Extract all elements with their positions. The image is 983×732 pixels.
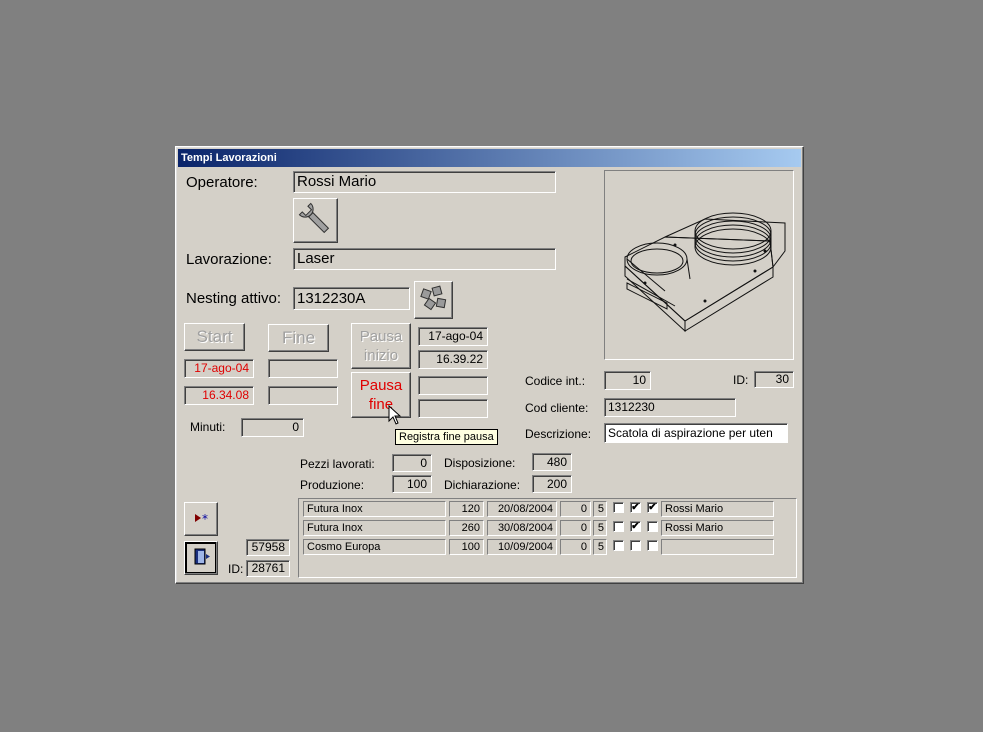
row-qta[interactable]: 260 <box>449 520 484 536</box>
minuti-label: Minuti: <box>190 420 226 434</box>
fine-time-field[interactable] <box>268 386 338 405</box>
row-check-2[interactable]: ✔ <box>630 502 641 513</box>
row-check-2[interactable] <box>630 540 641 551</box>
row-check-3[interactable]: ✔ <box>647 502 658 513</box>
row-operatore[interactable] <box>661 539 774 555</box>
row-n2[interactable]: 5 <box>593 520 607 536</box>
produzione-label: Produzione: <box>300 478 365 492</box>
row-n1[interactable]: 0 <box>560 539 591 555</box>
row-cliente[interactable]: Futura Inox <box>303 520 446 536</box>
tooltip: Registra fine pausa <box>395 429 498 445</box>
row-n2[interactable]: 5 <box>593 539 607 555</box>
descrizione-label: Descrizione: <box>525 427 592 441</box>
row-cliente[interactable]: Futura Inox <box>303 501 446 517</box>
row-qta[interactable]: 100 <box>449 539 484 555</box>
fine-button[interactable]: Fine <box>268 324 329 352</box>
wrench-icon <box>298 202 330 234</box>
start-date-field[interactable]: 17-ago-04 <box>184 359 254 378</box>
produzione-field[interactable]: 100 <box>392 475 432 493</box>
dichiarazione-label: Dichiarazione: <box>444 478 521 492</box>
lavorazioni-list: Futura Inox 120 20/08/2004 0 5 ✔ ✔ Rossi… <box>298 498 797 578</box>
disposizione-field[interactable]: 480 <box>532 453 572 471</box>
row-operatore[interactable]: Rossi Mario <box>661 520 774 536</box>
pausa-inizio-date-field[interactable]: 17-ago-04 <box>418 327 488 346</box>
row-n1[interactable]: 0 <box>560 520 591 536</box>
parts-icon <box>420 285 447 311</box>
operatore-field[interactable]: Rossi Mario <box>293 171 556 193</box>
pausa-fine-time-field[interactable] <box>418 399 488 418</box>
window-tempi-lavorazioni: Tempi Lavorazioni Operatore: Rossi Mario… <box>175 146 804 584</box>
nesting-button[interactable] <box>414 281 453 319</box>
row-data[interactable]: 20/08/2004 <box>487 501 557 517</box>
row-check-1[interactable] <box>613 521 624 532</box>
svg-text:*: * <box>202 512 208 526</box>
cod-cliente-field[interactable]: 1312230 <box>604 398 736 417</box>
record-id-label: ID: <box>733 373 749 387</box>
row-check-3[interactable] <box>647 521 658 532</box>
start-button[interactable]: Start <box>184 323 245 351</box>
operatore-label: Operatore: <box>186 174 258 191</box>
footer-id-label: ID: <box>228 562 244 576</box>
nesting-label: Nesting attivo: <box>186 290 282 307</box>
record-counter-field[interactable]: 57958 <box>246 539 290 556</box>
row-n2[interactable]: 5 <box>593 501 607 517</box>
descrizione-field[interactable]: Scatola di aspirazione per uten <box>604 423 788 443</box>
row-data[interactable]: 30/08/2004 <box>487 520 557 536</box>
record-id-field[interactable]: 30 <box>754 371 794 388</box>
new-record-icon: * <box>195 512 208 526</box>
row-data[interactable]: 10/09/2004 <box>487 539 557 555</box>
lavorazione-field[interactable]: Laser <box>293 248 556 270</box>
row-check-1[interactable] <box>613 540 624 551</box>
row-cliente[interactable]: Cosmo Europa <box>303 539 446 555</box>
codice-int-field[interactable]: 10 <box>604 371 651 390</box>
pausa-fine-button[interactable]: Pausa fine <box>351 372 411 418</box>
minuti-field[interactable]: 0 <box>241 418 304 437</box>
cod-cliente-label: Cod cliente: <box>525 401 589 415</box>
part-drawing-panel <box>604 170 794 360</box>
lavorazione-label: Lavorazione: <box>186 251 272 268</box>
footer-id-field[interactable]: 28761 <box>246 560 290 577</box>
mouse-pointer-icon <box>388 405 402 425</box>
pezzi-lavorati-field[interactable]: 0 <box>392 454 432 472</box>
pausa-fine-date-field[interactable] <box>418 376 488 395</box>
row-operatore[interactable]: Rossi Mario <box>661 501 774 517</box>
row-n1[interactable]: 0 <box>560 501 591 517</box>
row-check-3[interactable] <box>647 540 658 551</box>
tool-button[interactable] <box>293 198 338 243</box>
dichiarazione-field[interactable]: 200 <box>532 475 572 493</box>
row-qta[interactable]: 120 <box>449 501 484 517</box>
part-drawing <box>624 212 786 333</box>
nesting-field[interactable]: 1312230A <box>293 287 410 310</box>
row-check-2[interactable]: ✔ <box>630 521 641 532</box>
pezzi-lavorati-label: Pezzi lavorati: <box>300 457 375 471</box>
exit-door-icon <box>194 548 210 565</box>
window-title[interactable]: Tempi Lavorazioni <box>178 149 801 167</box>
pausa-inizio-time-field[interactable]: 16.39.22 <box>418 350 488 369</box>
codice-int-label: Codice int.: <box>525 374 586 388</box>
start-time-field[interactable]: 16.34.08 <box>184 386 254 405</box>
new-record-button[interactable]: * <box>184 502 218 536</box>
disposizione-label: Disposizione: <box>444 456 516 470</box>
exit-button[interactable] <box>184 541 218 575</box>
pausa-inizio-button[interactable]: Pausa inizio <box>351 323 411 369</box>
fine-date-field[interactable] <box>268 359 338 378</box>
row-check-1[interactable] <box>613 502 624 513</box>
